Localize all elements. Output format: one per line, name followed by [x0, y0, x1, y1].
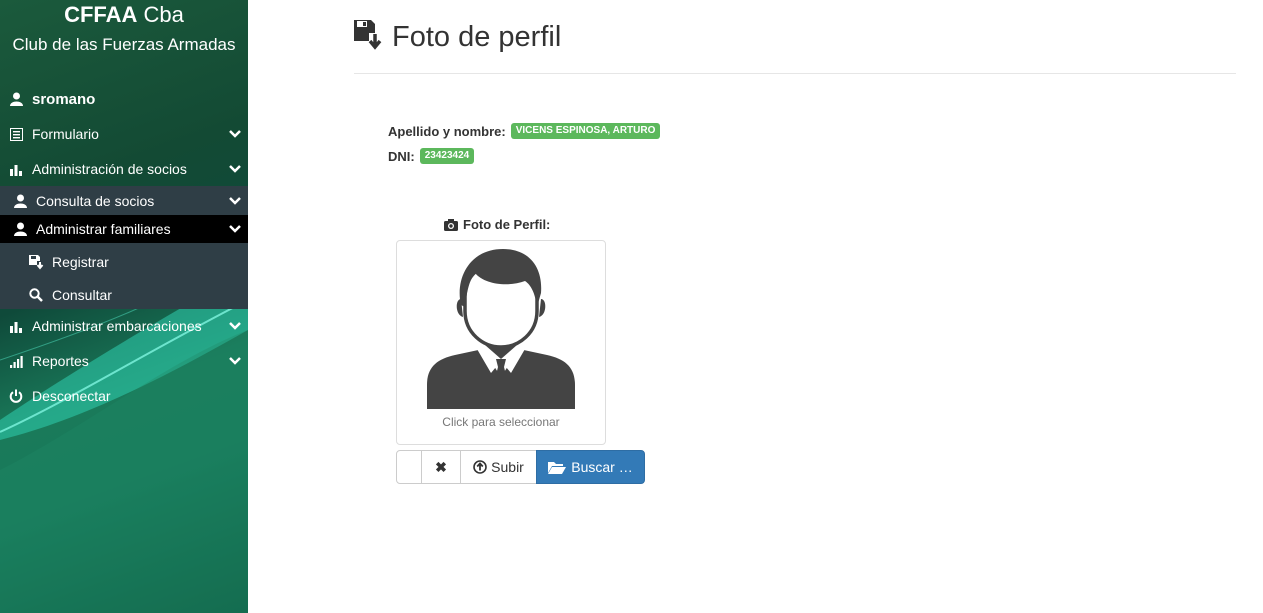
sidebar-item-consulta-socios[interactable]: Consulta de socios — [0, 186, 248, 215]
sidebar-item-registrar[interactable]: Registrar — [0, 247, 248, 277]
chevron-down-icon — [229, 165, 241, 173]
bar-chart-icon — [8, 318, 24, 334]
search-icon — [28, 287, 44, 303]
brand-title: CFFAA Cba — [0, 0, 248, 30]
photo-label: Foto de Perfil: — [444, 217, 550, 232]
sidebar-item-label: Reportes — [32, 353, 89, 369]
avatar-placeholder-icon — [427, 249, 575, 409]
chevron-down-icon — [229, 357, 241, 365]
upload-icon — [473, 460, 487, 474]
upload-button-label: Subir — [491, 459, 524, 475]
sidebar-item-formulario[interactable]: Formulario — [0, 119, 248, 149]
sidebar-item-label: Formulario — [32, 126, 99, 142]
user-icon — [12, 221, 28, 237]
sidebar-item-administracion-socios[interactable]: Administración de socios — [0, 154, 248, 184]
brand-title-bold: CFFAA — [64, 2, 138, 27]
save-icon — [28, 254, 44, 270]
sidebar-item-reportes[interactable]: Reportes — [0, 346, 248, 376]
sidebar-item-label: Administrar familiares — [36, 221, 171, 237]
file-input-group: ✖ Subir Buscar … — [396, 450, 645, 484]
folder-open-icon — [548, 462, 567, 474]
remove-button[interactable]: ✖ — [421, 450, 461, 484]
name-label: Apellido y nombre: — [388, 123, 506, 139]
photo-label-text: Foto de Perfil: — [463, 217, 551, 232]
dni-row: DNI: 23423424 — [388, 148, 475, 164]
brand: CFFAA Cba Club de las Fuerzas Armadas — [0, 0, 248, 60]
camera-icon — [444, 218, 458, 231]
page-header: Foto de perfil — [354, 16, 1236, 74]
sidebar-item-label: Consulta de socios — [36, 192, 155, 209]
page-title: Foto de perfil — [392, 21, 562, 53]
sidebar-item-desconectar[interactable]: Desconectar — [0, 381, 248, 411]
chevron-down-icon — [229, 322, 241, 330]
brand-title-rest: Cba — [137, 2, 184, 27]
power-icon — [8, 388, 24, 404]
chevron-down-icon — [229, 130, 241, 138]
chevron-down-icon — [229, 197, 241, 205]
close-icon: ✖ — [435, 458, 447, 475]
name-row: Apellido y nombre: VICENS ESPINOSA, ARTU… — [388, 123, 661, 139]
name-badge: VICENS ESPINOSA, ARTURO — [510, 123, 661, 139]
sidebar-item-label: Administración de socios — [32, 161, 187, 177]
user-icon — [8, 91, 24, 107]
dni-label: DNI: — [388, 148, 415, 164]
sidebar-item-administrar-embarcaciones[interactable]: Administrar embarcaciones — [0, 311, 248, 341]
photo-caption: Click para seleccionar — [442, 415, 560, 429]
browse-button[interactable]: Buscar … — [536, 450, 645, 484]
dni-badge: 23423424 — [419, 148, 475, 164]
chevron-down-icon — [229, 225, 241, 233]
file-name-field[interactable] — [396, 450, 422, 484]
browse-button-label: Buscar … — [571, 459, 633, 475]
sidebar-item-administrar-familiares[interactable]: Administrar familiares — [0, 215, 248, 243]
photo-upload-area[interactable]: Click para seleccionar — [396, 240, 606, 445]
save-icon — [354, 20, 382, 50]
sidebar: CFFAA Cba Club de las Fuerzas Armadas sr… — [0, 0, 248, 613]
sidebar-item-label: Registrar — [52, 254, 109, 270]
signal-icon — [8, 353, 24, 369]
list-icon — [8, 126, 24, 142]
brand-subtitle: Club de las Fuerzas Armadas — [12, 35, 236, 54]
bar-chart-icon — [8, 161, 24, 177]
sidebar-item-label: Desconectar — [32, 388, 111, 404]
user-icon — [12, 193, 28, 209]
sidebar-item-label: Administrar embarcaciones — [32, 318, 202, 334]
upload-button[interactable]: Subir — [460, 450, 537, 484]
sidebar-item-label: Consultar — [52, 287, 112, 303]
sidebar-user-name: sromano — [32, 90, 96, 108]
sidebar-item-consultar[interactable]: Consultar — [0, 280, 248, 310]
sidebar-user[interactable]: sromano — [0, 84, 248, 114]
